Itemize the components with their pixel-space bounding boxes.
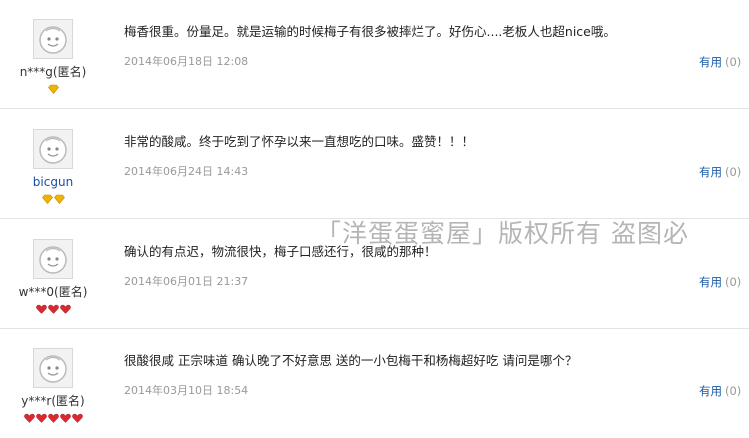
useful-count: (0) <box>725 55 742 69</box>
reviewer-name[interactable]: y***r(匿名) <box>0 394 106 409</box>
review-item: bicgun 非常的酸咸。终于吃到了怀孕以来一直想吃的口味。盛赞！！！ 2014… <box>0 110 749 219</box>
review-comment: 非常的酸咸。终于吃到了怀孕以来一直想吃的口味。盛赞！！！ <box>124 134 475 149</box>
gold-diamond-icon <box>47 84 59 94</box>
user-rank-badges <box>0 194 106 206</box>
review-item: n***g(匿名) 梅香很重。份量足。就是运输的时候梅子有很多被摔烂了。好伤心.… <box>0 0 749 109</box>
review-comment: 梅香很重。份量足。就是运输的时候梅子有很多被摔烂了。好伤心....老板人也超ni… <box>124 24 616 39</box>
default-avatar-icon <box>39 136 67 164</box>
useful-button[interactable]: 有用 (0) <box>699 165 741 179</box>
review-date: 2014年03月10日 18:54 <box>124 384 249 397</box>
avatar[interactable] <box>33 239 73 279</box>
review-list: n***g(匿名) 梅香很重。份量足。就是运输的时候梅子有很多被摔烂了。好伤心.… <box>0 0 749 434</box>
review-date: 2014年06月24日 14:43 <box>124 165 249 178</box>
reviewer-name[interactable]: n***g(匿名) <box>0 65 106 80</box>
default-avatar-icon <box>39 355 67 383</box>
red-heart-icon <box>59 413 71 423</box>
review-comment: 确认的有点迟，物流很快，梅子口感还行，很咸的那种！ <box>124 244 437 259</box>
gold-diamond-icon <box>41 194 53 204</box>
reviewer-name[interactable]: w***0(匿名) <box>0 285 106 300</box>
red-heart-icon <box>35 304 47 314</box>
review-item: y***r(匿名) 很酸很咸 正宗味道 确认晚了不好意思 送的一小包梅干和杨梅超… <box>0 329 749 438</box>
useful-label: 有用 <box>699 275 722 289</box>
review-date: 2014年06月01日 21:37 <box>124 275 249 288</box>
review-item: w***0(匿名) 确认的有点迟，物流很快，梅子口感还行，很咸的那种！ 2014… <box>0 220 749 329</box>
user-rank-badges <box>0 304 106 316</box>
useful-button[interactable]: 有用 (0) <box>699 275 741 289</box>
gold-diamond-icon <box>53 194 65 204</box>
red-heart-icon <box>47 304 59 314</box>
avatar[interactable] <box>33 348 73 388</box>
useful-button[interactable]: 有用 (0) <box>699 384 741 398</box>
useful-count: (0) <box>725 384 742 398</box>
user-rank-badges <box>0 84 106 96</box>
red-heart-icon <box>59 304 71 314</box>
avatar[interactable] <box>33 19 73 59</box>
red-heart-icon <box>71 413 83 423</box>
useful-label: 有用 <box>699 384 722 398</box>
useful-count: (0) <box>725 275 742 289</box>
user-rank-badges <box>0 413 106 425</box>
red-heart-icon <box>47 413 59 423</box>
useful-button[interactable]: 有用 (0) <box>699 55 741 69</box>
red-heart-icon <box>23 413 35 423</box>
useful-label: 有用 <box>699 165 722 179</box>
default-avatar-icon <box>39 26 67 54</box>
useful-label: 有用 <box>699 55 722 69</box>
reviewer-name[interactable]: bicgun <box>0 175 106 190</box>
useful-count: (0) <box>725 165 742 179</box>
default-avatar-icon <box>39 246 67 274</box>
red-heart-icon <box>35 413 47 423</box>
review-comment: 很酸很咸 正宗味道 确认晚了不好意思 送的一小包梅干和杨梅超好吃 请问是哪个？ <box>124 353 578 368</box>
avatar[interactable] <box>33 129 73 169</box>
review-date: 2014年06月18日 12:08 <box>124 55 249 68</box>
